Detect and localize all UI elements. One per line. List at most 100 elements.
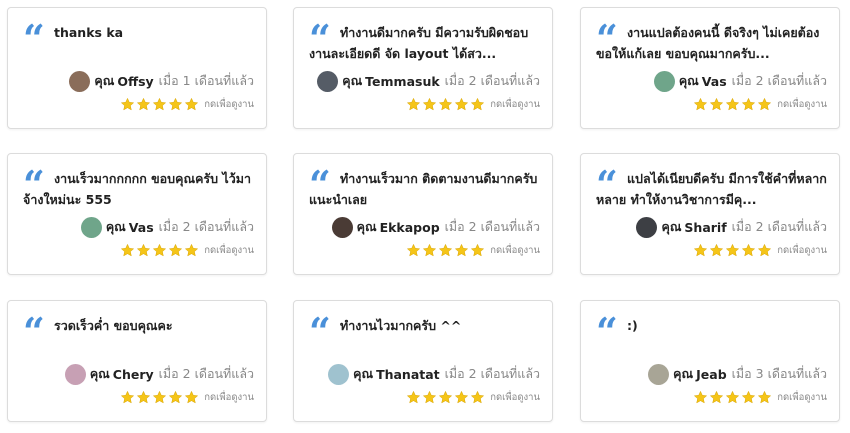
star-rating (120, 243, 199, 258)
review-card: “ งานแปลต้องคนนี้ ดีจริงๆ ไม่เคยต้องขอให… (580, 7, 840, 129)
star-icon (406, 97, 421, 112)
rating-row: กดเพื่อดูงาน (120, 242, 254, 258)
name-prefix: คุณ (353, 366, 374, 381)
star-icon (725, 390, 740, 405)
view-work-link[interactable]: กดเพื่อดูงาน (490, 390, 540, 405)
review-time: เมื่อ 1 เดือนที่แล้ว (158, 73, 254, 88)
star-rating (120, 97, 199, 112)
review-text: งานเร็วมากกกกก ขอบคุณครับ ไว้มาจ้างใหม่น… (23, 171, 251, 207)
avatar[interactable] (328, 363, 350, 385)
username[interactable]: Jeab (696, 367, 727, 382)
name-prefix: คุณ (356, 219, 377, 234)
view-work-link[interactable]: กดเพื่อดูงาน (777, 97, 827, 112)
username[interactable]: Ekkapop (380, 220, 440, 235)
view-work-link[interactable]: กดเพื่อดูงาน (204, 97, 254, 112)
review-time: เมื่อ 2 เดือนที่แล้ว (444, 73, 540, 88)
username[interactable]: Temmasuk (365, 74, 439, 89)
quote-icon: “ (309, 313, 331, 339)
avatar[interactable] (69, 70, 91, 92)
view-work-link[interactable]: กดเพื่อดูงาน (204, 243, 254, 258)
avatar[interactable] (80, 216, 102, 238)
review-time: เมื่อ 2 เดือนที่แล้ว (444, 366, 540, 381)
star-icon (422, 97, 437, 112)
review-time: เมื่อ 2 เดือนที่แล้ว (158, 219, 254, 234)
quote-icon: “ (23, 20, 45, 46)
star-icon (709, 243, 724, 258)
star-icon (406, 243, 421, 258)
review-text: ทำงานเร็วมาก ติดตามงานดีมากครับ แนะนำเลย (309, 171, 538, 207)
avatar[interactable] (317, 70, 339, 92)
view-work-link[interactable]: กดเพื่อดูงาน (777, 243, 827, 258)
star-icon (136, 243, 151, 258)
author-row: คุณ Vas เมื่อ 2 เดือนที่แล้ว (653, 70, 827, 92)
name-prefix: คุณ (89, 366, 110, 381)
star-icon (120, 390, 135, 405)
review-text: รวดเร็วค่ำ ขอบคุณคะ (54, 318, 173, 333)
star-rating (693, 97, 772, 112)
star-icon (120, 97, 135, 112)
username[interactable]: Thanatat (376, 367, 440, 382)
view-work-link[interactable]: กดเพื่อดูงาน (777, 390, 827, 405)
star-icon (725, 97, 740, 112)
username[interactable]: Chery (113, 367, 154, 382)
avatar[interactable] (331, 216, 353, 238)
review-text: :) (627, 318, 638, 333)
username[interactable]: Vas (702, 74, 727, 89)
star-icon (168, 97, 183, 112)
review-time: เมื่อ 2 เดือนที่แล้ว (444, 219, 540, 234)
name-prefix: คุณ (678, 73, 699, 88)
star-icon (152, 243, 167, 258)
star-icon (693, 390, 708, 405)
star-icon (454, 243, 469, 258)
review-card: “ ทำงานดีมากครับ มีความรับผิดชอบงานละเอี… (293, 7, 553, 129)
name-prefix: คุณ (673, 366, 694, 381)
avatar[interactable] (653, 70, 675, 92)
view-work-link[interactable]: กดเพื่อดูงาน (204, 390, 254, 405)
star-icon (184, 97, 199, 112)
star-rating (120, 390, 199, 405)
star-icon (184, 390, 199, 405)
rating-row: กดเพื่อดูงาน (693, 96, 827, 112)
star-icon (152, 97, 167, 112)
review-text: thanks ka (54, 25, 124, 40)
star-rating (406, 390, 485, 405)
username[interactable]: Offsy (117, 74, 153, 89)
name-prefix: คุณ (94, 73, 115, 88)
review-text: ทำงานไวมากครับ ^^ (340, 318, 462, 333)
review-card: “ แปลได้เนียบดีครับ มีการใช้คำที่หลากหลา… (580, 153, 840, 275)
star-icon (422, 390, 437, 405)
review-card: “ thanks ka คุณ Offsy เมื่อ 1 เดือนที่แล… (7, 7, 267, 129)
username[interactable]: Sharif (684, 220, 726, 235)
review-card: “ งานเร็วมากกกกก ขอบคุณครับ ไว้มาจ้างใหม… (7, 153, 267, 275)
quote-icon: “ (23, 313, 45, 339)
star-rating (693, 243, 772, 258)
author-row: คุณ Thanatat เมื่อ 2 เดือนที่แล้ว (328, 363, 540, 385)
author-row: คุณ Sharif เมื่อ 2 เดือนที่แล้ว (636, 216, 827, 238)
quote-icon: “ (596, 313, 618, 339)
review-time: เมื่อ 3 เดือนที่แล้ว (731, 366, 827, 381)
review-text: งานแปลต้องคนนี้ ดีจริงๆ ไม่เคยต้องขอให้แ… (596, 25, 820, 61)
star-icon (470, 390, 485, 405)
name-prefix: คุณ (105, 219, 126, 234)
author-row: คุณ Chery เมื่อ 2 เดือนที่แล้ว (64, 363, 254, 385)
star-icon (757, 390, 772, 405)
username[interactable]: Vas (129, 220, 154, 235)
name-prefix: คุณ (661, 219, 682, 234)
author-row: คุณ Offsy เมื่อ 1 เดือนที่แล้ว (69, 70, 254, 92)
review-text: ทำงานดีมากครับ มีความรับผิดชอบงานละเอียด… (309, 25, 529, 61)
star-icon (454, 390, 469, 405)
author-row: คุณ Ekkapop เมื่อ 2 เดือนที่แล้ว (331, 216, 540, 238)
view-work-link[interactable]: กดเพื่อดูงาน (490, 243, 540, 258)
star-icon (741, 243, 756, 258)
avatar[interactable] (648, 363, 670, 385)
star-icon (152, 390, 167, 405)
star-icon (709, 390, 724, 405)
review-time: เมื่อ 2 เดือนที่แล้ว (731, 73, 827, 88)
star-icon (454, 97, 469, 112)
rating-row: กดเพื่อดูงาน (406, 389, 540, 405)
star-icon (470, 243, 485, 258)
star-icon (725, 243, 740, 258)
avatar[interactable] (64, 363, 86, 385)
avatar[interactable] (636, 216, 658, 238)
view-work-link[interactable]: กดเพื่อดูงาน (490, 97, 540, 112)
